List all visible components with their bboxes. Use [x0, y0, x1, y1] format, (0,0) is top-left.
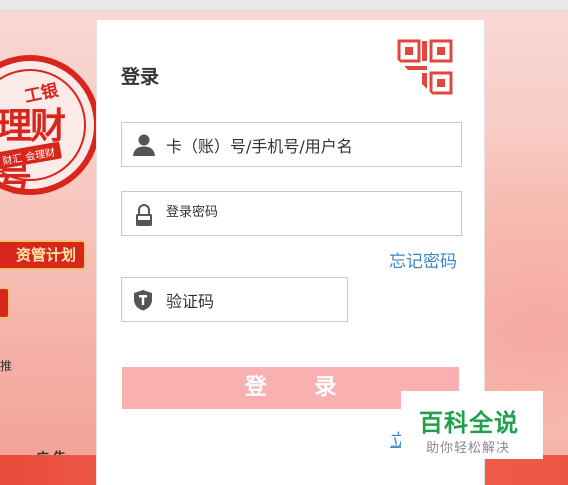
watermark-title: 百科全说 — [419, 409, 519, 437]
browser-top-bar — [0, 0, 568, 11]
captcha-field[interactable]: 验证码 — [121, 277, 348, 322]
red-tab-decoration — [0, 287, 10, 319]
username-field[interactable]: 卡（账）号/手机号/用户名 — [121, 122, 462, 167]
user-icon — [133, 134, 155, 156]
forgot-password-link[interactable]: 忘记密码 — [389, 247, 457, 272]
shield-icon — [134, 290, 152, 311]
plan-tag: 资管计划 — [0, 240, 86, 270]
password-placeholder: 登录密码 — [166, 205, 219, 220]
login-title: 登录 — [121, 66, 160, 88]
password-field[interactable]: 登录密码 — [121, 191, 462, 236]
qr-code-icon[interactable] — [396, 38, 454, 96]
watermark-badge: 百科全说 助你轻松解决 — [401, 391, 543, 459]
wealth-seal-logo: 工银 理财号 财汇 会理财 — [0, 55, 100, 199]
username-placeholder: 卡（账）号/手机号/用户名 — [166, 136, 353, 156]
banner-small-text: 推 — [0, 359, 13, 373]
lock-icon — [136, 204, 152, 226]
watermark-subtitle: 助你轻松解决 — [426, 441, 511, 456]
captcha-placeholder: 验证码 — [166, 291, 215, 311]
